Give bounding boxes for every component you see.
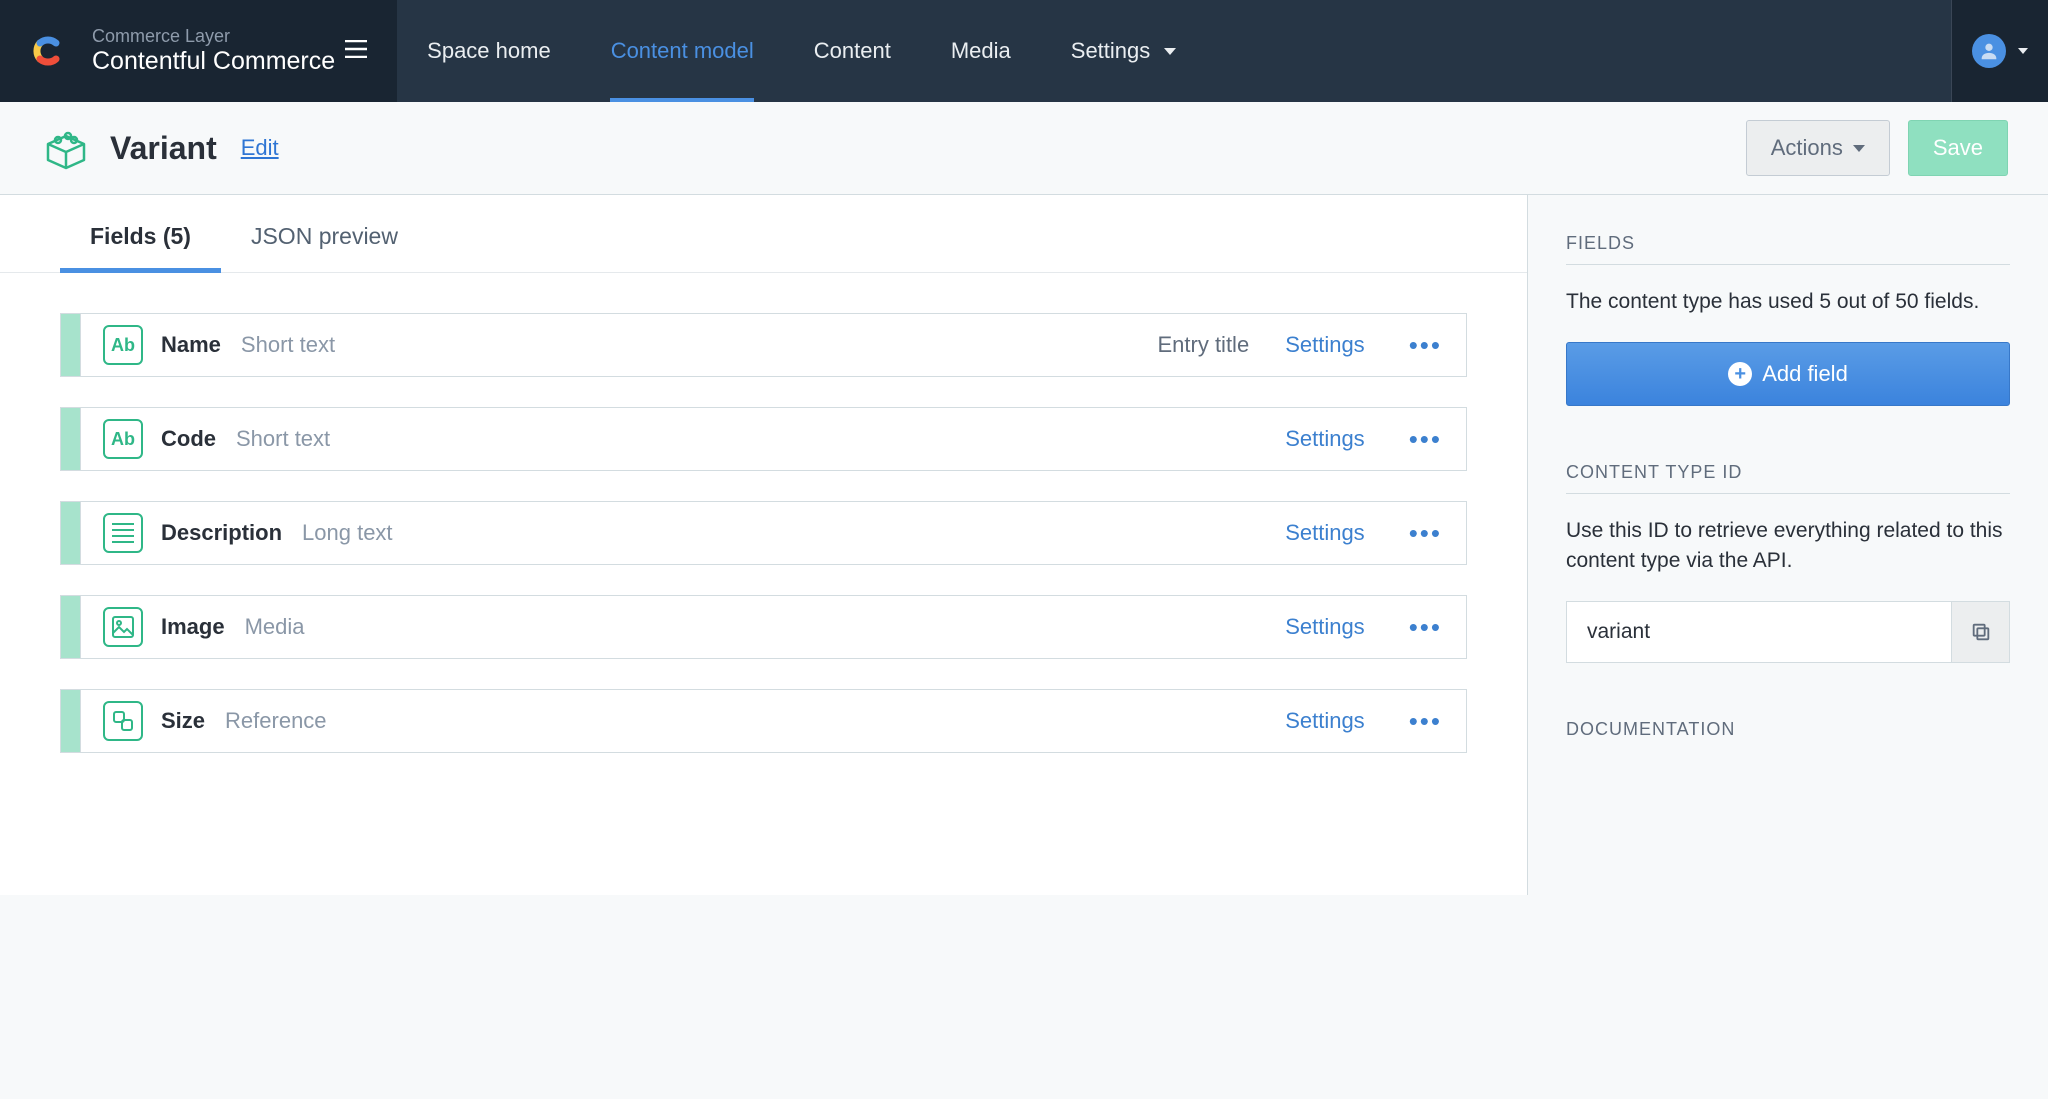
field-settings-link[interactable]: Settings: [1285, 426, 1365, 452]
sidebar-fields-section: FIELDS The content type has used 5 out o…: [1566, 233, 2010, 406]
field-type: Short text: [241, 332, 335, 358]
plus-circle-icon: +: [1728, 362, 1752, 386]
tabs: Fields (5) JSON preview: [0, 195, 1527, 273]
entry-title-badge: Entry title: [1157, 332, 1249, 358]
nav-content-model[interactable]: Content model: [581, 0, 784, 102]
add-field-button[interactable]: + Add field: [1566, 342, 2010, 406]
topbar-user[interactable]: [1951, 0, 2048, 102]
menu-icon[interactable]: [335, 27, 377, 75]
sidebar-fields-usage: The content type has used 5 out of 50 fi…: [1566, 287, 2010, 316]
chevron-down-icon: [1853, 145, 1865, 152]
field-more-button[interactable]: •••: [1385, 706, 1466, 737]
space-supertitle: Commerce Layer: [92, 26, 335, 47]
field-more-button[interactable]: •••: [1385, 518, 1466, 549]
field-type-icon: Ab: [103, 419, 143, 459]
nav-content[interactable]: Content: [784, 0, 921, 102]
tab-json-preview[interactable]: JSON preview: [221, 195, 428, 272]
field-type: Short text: [236, 426, 330, 452]
sidebar-heading-fields: FIELDS: [1566, 233, 2010, 265]
copy-icon: [1970, 621, 1992, 643]
field-name: Description: [161, 520, 282, 546]
chevron-down-icon: [2018, 48, 2028, 54]
field-row[interactable]: Ab Name Short text Entry title Settings •••: [60, 313, 1467, 377]
main: Fields (5) JSON preview Ab Name Short text…: [0, 195, 2048, 895]
sidebar-ctid-section: CONTENT TYPE ID Use this ID to retrieve …: [1566, 462, 2010, 663]
field-settings-link[interactable]: Settings: [1285, 708, 1365, 734]
drag-handle[interactable]: [61, 314, 81, 376]
field-settings-link[interactable]: Settings: [1285, 520, 1365, 546]
field-settings-link[interactable]: Settings: [1285, 332, 1365, 358]
tab-fields[interactable]: Fields (5): [60, 195, 221, 272]
drag-handle[interactable]: [61, 408, 81, 470]
chevron-down-icon: [1164, 48, 1176, 55]
drag-handle[interactable]: [61, 690, 81, 752]
field-row[interactable]: Ab Code Short text Settings •••: [60, 407, 1467, 471]
topbar: Commerce Layer Contentful Commerce Space…: [0, 0, 2048, 102]
nav-space-home[interactable]: Space home: [397, 0, 581, 102]
field-settings-link[interactable]: Settings: [1285, 614, 1365, 640]
field-name: Image: [161, 614, 225, 640]
drag-handle[interactable]: [61, 596, 81, 658]
field-more-button[interactable]: •••: [1385, 424, 1466, 455]
field-row[interactable]: Image Media Settings •••: [60, 595, 1467, 659]
field-type-icon: Ab: [103, 325, 143, 365]
field-type-icon: [103, 607, 143, 647]
avatar: [1972, 34, 2006, 68]
drag-handle[interactable]: [61, 502, 81, 564]
field-more-button[interactable]: •••: [1385, 612, 1466, 643]
field-row[interactable]: Size Reference Settings •••: [60, 689, 1467, 753]
sidebar-docs-section: DOCUMENTATION: [1566, 719, 2010, 750]
space-name: Contentful Commerce: [92, 47, 335, 76]
field-list: AbNameShort textEntry titleSettings•••Ab…: [0, 273, 1527, 793]
actions-label: Actions: [1771, 135, 1843, 161]
field-type-icon: [103, 701, 143, 741]
copy-id-button[interactable]: [1951, 602, 2009, 662]
content-type-id-value: variant: [1567, 602, 1951, 662]
field-name: Size: [161, 708, 205, 734]
nav-settings-label: Settings: [1071, 38, 1151, 64]
sidebar-ctid-text: Use this ID to retrieve everything relat…: [1566, 516, 2010, 575]
field-more-button[interactable]: •••: [1385, 330, 1466, 361]
space-titles: Commerce Layer Contentful Commerce: [92, 26, 335, 76]
content-type-icon: [40, 122, 92, 174]
field-name: Code: [161, 426, 216, 452]
add-field-label: Add field: [1762, 361, 1848, 387]
content-type-id-row: variant: [1566, 601, 2010, 663]
subheader: Variant Edit Actions Save: [0, 102, 2048, 195]
field-type: Media: [245, 614, 305, 640]
nav-media[interactable]: Media: [921, 0, 1041, 102]
field-row[interactable]: Description Long text Settings •••: [60, 501, 1467, 565]
content-type-title: Variant: [110, 130, 217, 167]
field-type: Reference: [225, 708, 327, 734]
sidebar-heading-ctid: CONTENT TYPE ID: [1566, 462, 2010, 494]
save-button[interactable]: Save: [1908, 120, 2008, 176]
right-column: FIELDS The content type has used 5 out o…: [1528, 195, 2048, 895]
logo-icon: [26, 31, 66, 71]
subheader-actions: Actions Save: [1746, 120, 2008, 176]
left-column: Fields (5) JSON preview Ab Name Short text…: [0, 195, 1528, 895]
field-type-icon: [103, 513, 143, 553]
actions-button[interactable]: Actions: [1746, 120, 1890, 176]
edit-link[interactable]: Edit: [241, 135, 279, 161]
field-type: Long text: [302, 520, 393, 546]
topbar-left: Commerce Layer Contentful Commerce: [0, 0, 397, 102]
field-name: Name: [161, 332, 221, 358]
topbar-nav: Space home Content model Content Media S…: [397, 0, 1951, 102]
sidebar-heading-docs: DOCUMENTATION: [1566, 719, 2010, 750]
nav-settings[interactable]: Settings: [1041, 0, 1207, 102]
